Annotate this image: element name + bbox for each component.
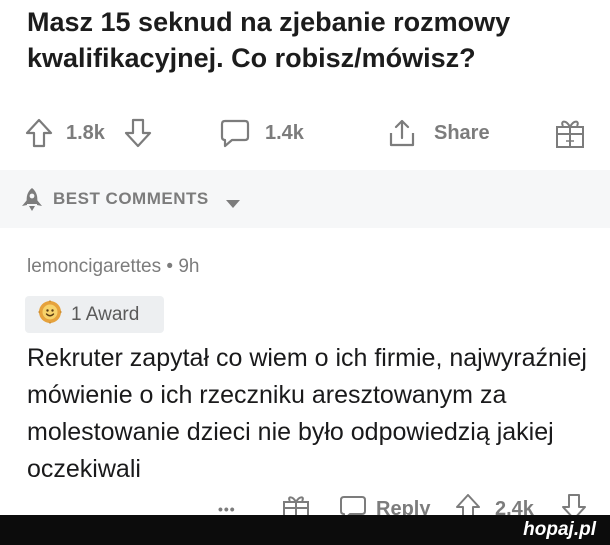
helpful-award-icon	[37, 299, 63, 330]
comment-count: 1.4k	[265, 121, 304, 144]
award-label: 1 Award	[71, 303, 140, 325]
meta-separator: •	[166, 256, 174, 277]
comment-meta: lemoncigarettes • 9h	[27, 256, 199, 278]
comment-author[interactable]: lemoncigarettes	[27, 256, 161, 277]
comments-button[interactable]: 1.4k	[219, 113, 304, 153]
sort-bar[interactable]: BEST COMMENTS	[0, 170, 610, 228]
chevron-down-icon[interactable]	[226, 195, 240, 213]
upvote-icon[interactable]	[24, 117, 54, 149]
sort-label: BEST COMMENTS	[53, 189, 209, 208]
downvote-button[interactable]	[123, 113, 153, 153]
post-score-value: 1.8k	[66, 121, 105, 144]
rocket-icon	[19, 186, 45, 217]
post-score: 1.8k	[66, 113, 105, 153]
downvote-icon[interactable]	[123, 117, 153, 149]
share-button[interactable]: Share	[386, 113, 490, 153]
post-title: Masz 15 seknud na zjebanie rozmowy kwali…	[27, 7, 511, 73]
award-badge[interactable]: 1 Award	[25, 296, 164, 333]
watermark-bar: hopaj.pl	[0, 515, 610, 545]
award-gift-icon	[554, 116, 586, 150]
share-label: Share	[434, 121, 490, 144]
comment-icon	[219, 117, 251, 149]
comment-body: Rekruter zapytał co wiem o ich firmie, n…	[27, 344, 587, 483]
post-action-bar: 1.8k 1.4k Share	[0, 113, 610, 153]
upvote-button[interactable]	[24, 113, 54, 153]
award-button[interactable]	[554, 113, 586, 153]
share-icon	[386, 117, 418, 149]
comment-time: 9h	[178, 256, 200, 277]
site-logo: hopaj.pl	[523, 519, 596, 540]
